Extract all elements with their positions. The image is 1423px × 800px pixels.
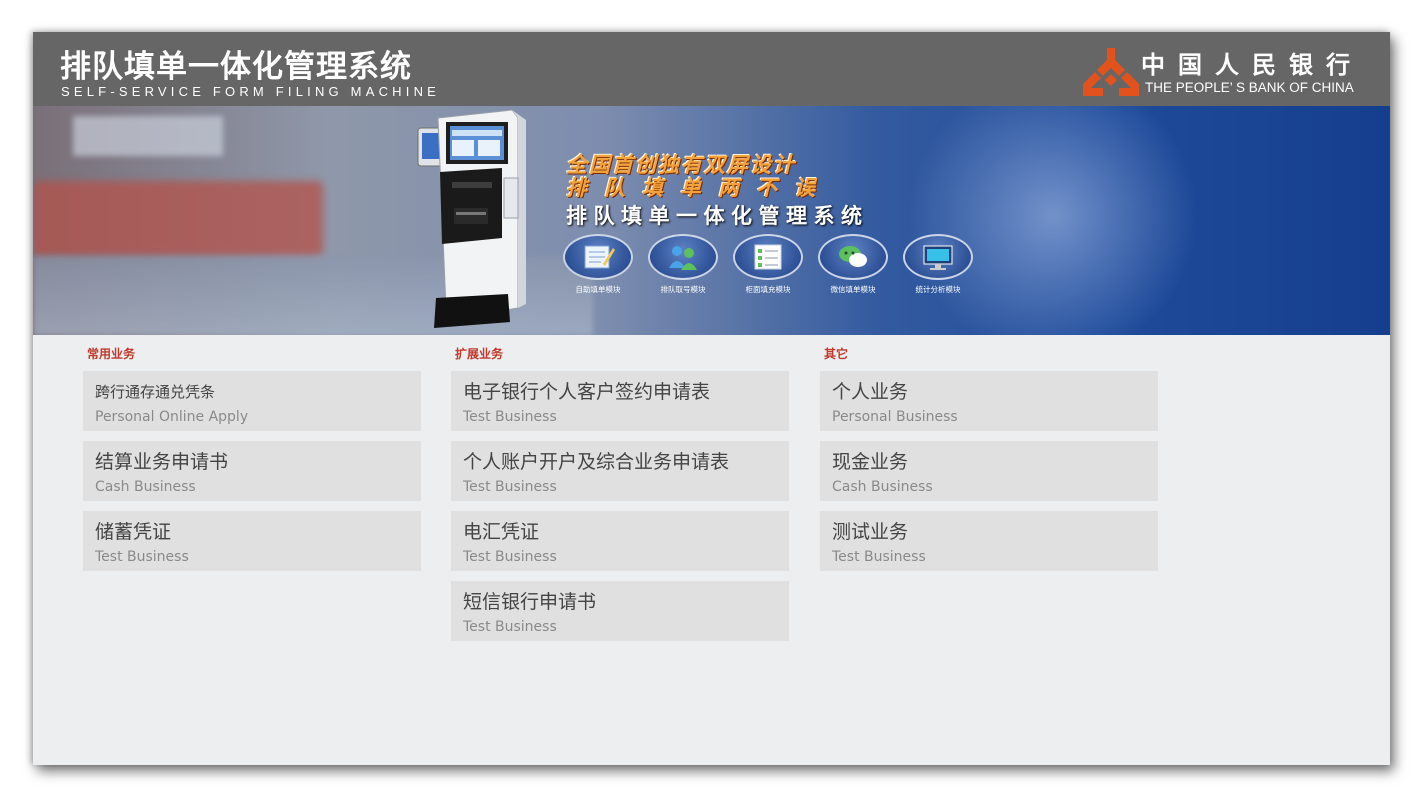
business-name: 个人账户开户及综合业务申请表 [463, 451, 730, 473]
business-subtitle: Test Business [832, 549, 926, 565]
module-counter-fill: 柜面填充模块 [728, 234, 808, 295]
system-title: 排队填单一体化管理系统 [60, 49, 412, 85]
column-other-business: 其它 个人业务 Personal Business 现金业务 Cash Busi… [820, 345, 1158, 581]
column-heading: 常用业务 [87, 347, 136, 361]
business-card[interactable]: 现金业务 Cash Business [820, 441, 1158, 501]
module-statistics: 统计分析模块 [898, 234, 978, 295]
kiosk-machine-image [417, 109, 526, 328]
people-queue-icon [669, 246, 697, 270]
business-subtitle: Cash Business [832, 479, 933, 495]
banner-background-sofa [33, 181, 323, 256]
column-heading: 扩展业务 [455, 347, 504, 361]
business-card[interactable]: 测试业务 Test Business [820, 511, 1158, 571]
business-card[interactable]: 储蓄凭证 Test Business [83, 511, 421, 571]
banner-slogan-line2: 排队填单两不误 [566, 175, 832, 200]
module-label: 微信填单模块 [830, 285, 876, 294]
business-subtitle: Test Business [463, 619, 557, 635]
bank-name-en: THE PEOPLE’ S BANK OF CHINA [1145, 80, 1354, 95]
business-name: 个人业务 [832, 381, 909, 403]
business-subtitle: Personal Online Apply [95, 409, 249, 425]
business-subtitle: Personal Business [832, 409, 958, 425]
bank-name-cn: 中国人民银行 [1141, 51, 1363, 79]
business-card[interactable]: 短信银行申请书 Test Business [451, 581, 789, 641]
business-name: 电子银行个人客户签约申请表 [463, 381, 711, 403]
module-wechat: 微信填单模块 [813, 234, 893, 295]
business-name: 跨行通存通兑凭条 [95, 383, 216, 401]
business-card[interactable]: 电汇凭证 Test Business [451, 511, 789, 571]
business-name: 现金业务 [832, 451, 909, 473]
banner-slogan-line3: 排队填单一体化管理系统 [566, 204, 869, 228]
pboc-logo-icon [1083, 48, 1139, 96]
business-card[interactable]: 个人业务 Personal Business [820, 371, 1158, 431]
business-card[interactable]: 电子银行个人客户签约申请表 Test Business [451, 371, 789, 431]
app-header: 排队填单一体化管理系统 SELF-SERVICE FORM FILING MAC… [33, 32, 1390, 106]
business-name: 结算业务申请书 [95, 451, 229, 473]
banner-network-glow [893, 106, 1213, 335]
business-card[interactable]: 结算业务申请书 Cash Business [83, 441, 421, 501]
banner-background-window [73, 116, 223, 156]
module-label: 统计分析模块 [915, 285, 961, 294]
module-label: 排队取号模块 [660, 285, 706, 294]
business-subtitle: Test Business [463, 479, 557, 495]
module-label: 自助填单模块 [575, 285, 621, 294]
form-notepad-icon [584, 245, 615, 269]
column-extended-business: 扩展业务 电子银行个人客户签约申请表 Test Business 个人账户开户及… [451, 345, 789, 651]
business-name: 储蓄凭证 [95, 521, 172, 543]
business-card[interactable]: 个人账户开户及综合业务申请表 Test Business [451, 441, 789, 501]
monitor-chart-icon [923, 245, 953, 270]
checklist-icon [754, 244, 782, 270]
business-subtitle: Test Business [95, 549, 189, 565]
column-heading: 其它 [824, 347, 849, 361]
system-subtitle: SELF-SERVICE FORM FILING MACHINE [61, 84, 441, 99]
column-common-business: 常用业务 跨行通存通兑凭条 Personal Online Apply 结算业务… [83, 345, 421, 581]
business-name: 电汇凭证 [463, 521, 540, 543]
business-card[interactable]: 跨行通存通兑凭条 Personal Online Apply [83, 371, 421, 431]
business-subtitle: Cash Business [95, 479, 196, 495]
wechat-icon [839, 246, 867, 267]
business-name: 测试业务 [832, 521, 909, 543]
promo-banner: 全国首创独有双屏设计 排队填单两不误 排队填单一体化管理系统 自助填单模块 排队… [33, 106, 1390, 335]
module-label: 柜面填充模块 [745, 285, 791, 294]
module-queue: 排队取号模块 [643, 234, 723, 295]
app-window: 排队填单一体化管理系统 SELF-SERVICE FORM FILING MAC… [33, 32, 1390, 765]
business-subtitle: Test Business [463, 409, 557, 425]
business-name: 短信银行申请书 [463, 591, 597, 613]
business-subtitle: Test Business [463, 549, 557, 565]
module-self-form: 自助填单模块 [558, 234, 638, 295]
